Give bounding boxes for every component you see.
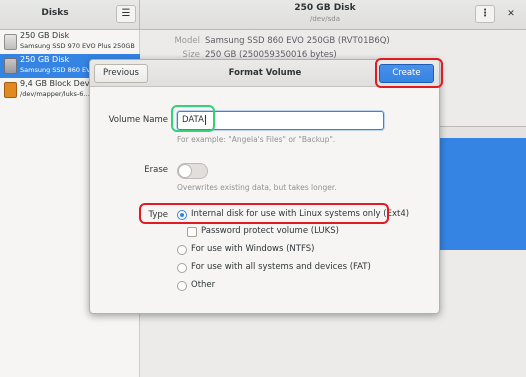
- volume-map-partition[interactable]: [435, 138, 526, 250]
- type-highlight: [139, 203, 389, 224]
- type-option-label: For use with Windows (NTFS): [191, 244, 315, 254]
- checkbox-icon: [187, 227, 197, 237]
- erase-switch[interactable]: [177, 163, 208, 179]
- disk-model: Samsung SSD 970 EVO Plus 250GB: [20, 42, 135, 50]
- volume-map-header: [435, 126, 526, 138]
- hamburger-icon: ☰: [121, 8, 131, 19]
- kebab-menu-icon: ⋮: [480, 8, 490, 19]
- drive-menu-button[interactable]: ⋮: [475, 5, 495, 23]
- radio-icon: [177, 245, 187, 255]
- erase-hint: Overwrites existing data, but takes long…: [177, 183, 337, 192]
- model-value: Samsung SSD 860 EVO 250GB (RVT01B6Q): [205, 36, 390, 46]
- header-bar: Disks ☰ 250 GB Disk /dev/sda ⋮ ✕: [0, 0, 526, 30]
- model-label: Model: [174, 36, 200, 46]
- radio-icon: [177, 263, 187, 273]
- disk-model: /dev/mapper/luks-6…: [20, 90, 90, 98]
- disk-name: 250 GB Disk: [20, 31, 70, 40]
- block-device-icon: [4, 82, 17, 98]
- app-menu-button[interactable]: ☰: [116, 5, 136, 23]
- ssd-icon: [4, 58, 17, 74]
- format-volume-dialog: Previous Format Volume Create Volume Nam…: [89, 59, 440, 314]
- password-protect-label: Password protect volume (LUKS): [201, 226, 339, 236]
- volume-name-label: Volume Name: [108, 115, 168, 125]
- sidebar-header: Disks ☰: [0, 0, 140, 30]
- radio-icon: [177, 281, 187, 291]
- erase-label: Erase: [144, 165, 168, 175]
- volume-name-hint: For example: "Angela's Files" or "Backup…: [177, 135, 336, 144]
- type-option-label: For use with all systems and devices (FA…: [191, 262, 371, 272]
- disk-name: 250 GB Disk: [20, 55, 70, 64]
- dialog-title: Format Volume: [228, 68, 302, 78]
- disk-list-item[interactable]: 250 GB Disk Samsung SSD 970 EVO Plus 250…: [0, 30, 140, 54]
- type-option-label: Other: [191, 280, 216, 290]
- window-subtitle: /dev/sda: [310, 15, 340, 23]
- previous-button[interactable]: Previous: [94, 64, 148, 83]
- app-title: Disks: [41, 8, 69, 18]
- window-title: 250 GB Disk: [294, 3, 356, 13]
- volume-name-highlight: [171, 105, 215, 132]
- ssd-icon: [4, 34, 17, 50]
- close-icon: ✕: [507, 9, 515, 19]
- create-highlight: [375, 58, 443, 88]
- window-close-button[interactable]: ✕: [503, 6, 519, 22]
- switch-knob: [178, 164, 192, 178]
